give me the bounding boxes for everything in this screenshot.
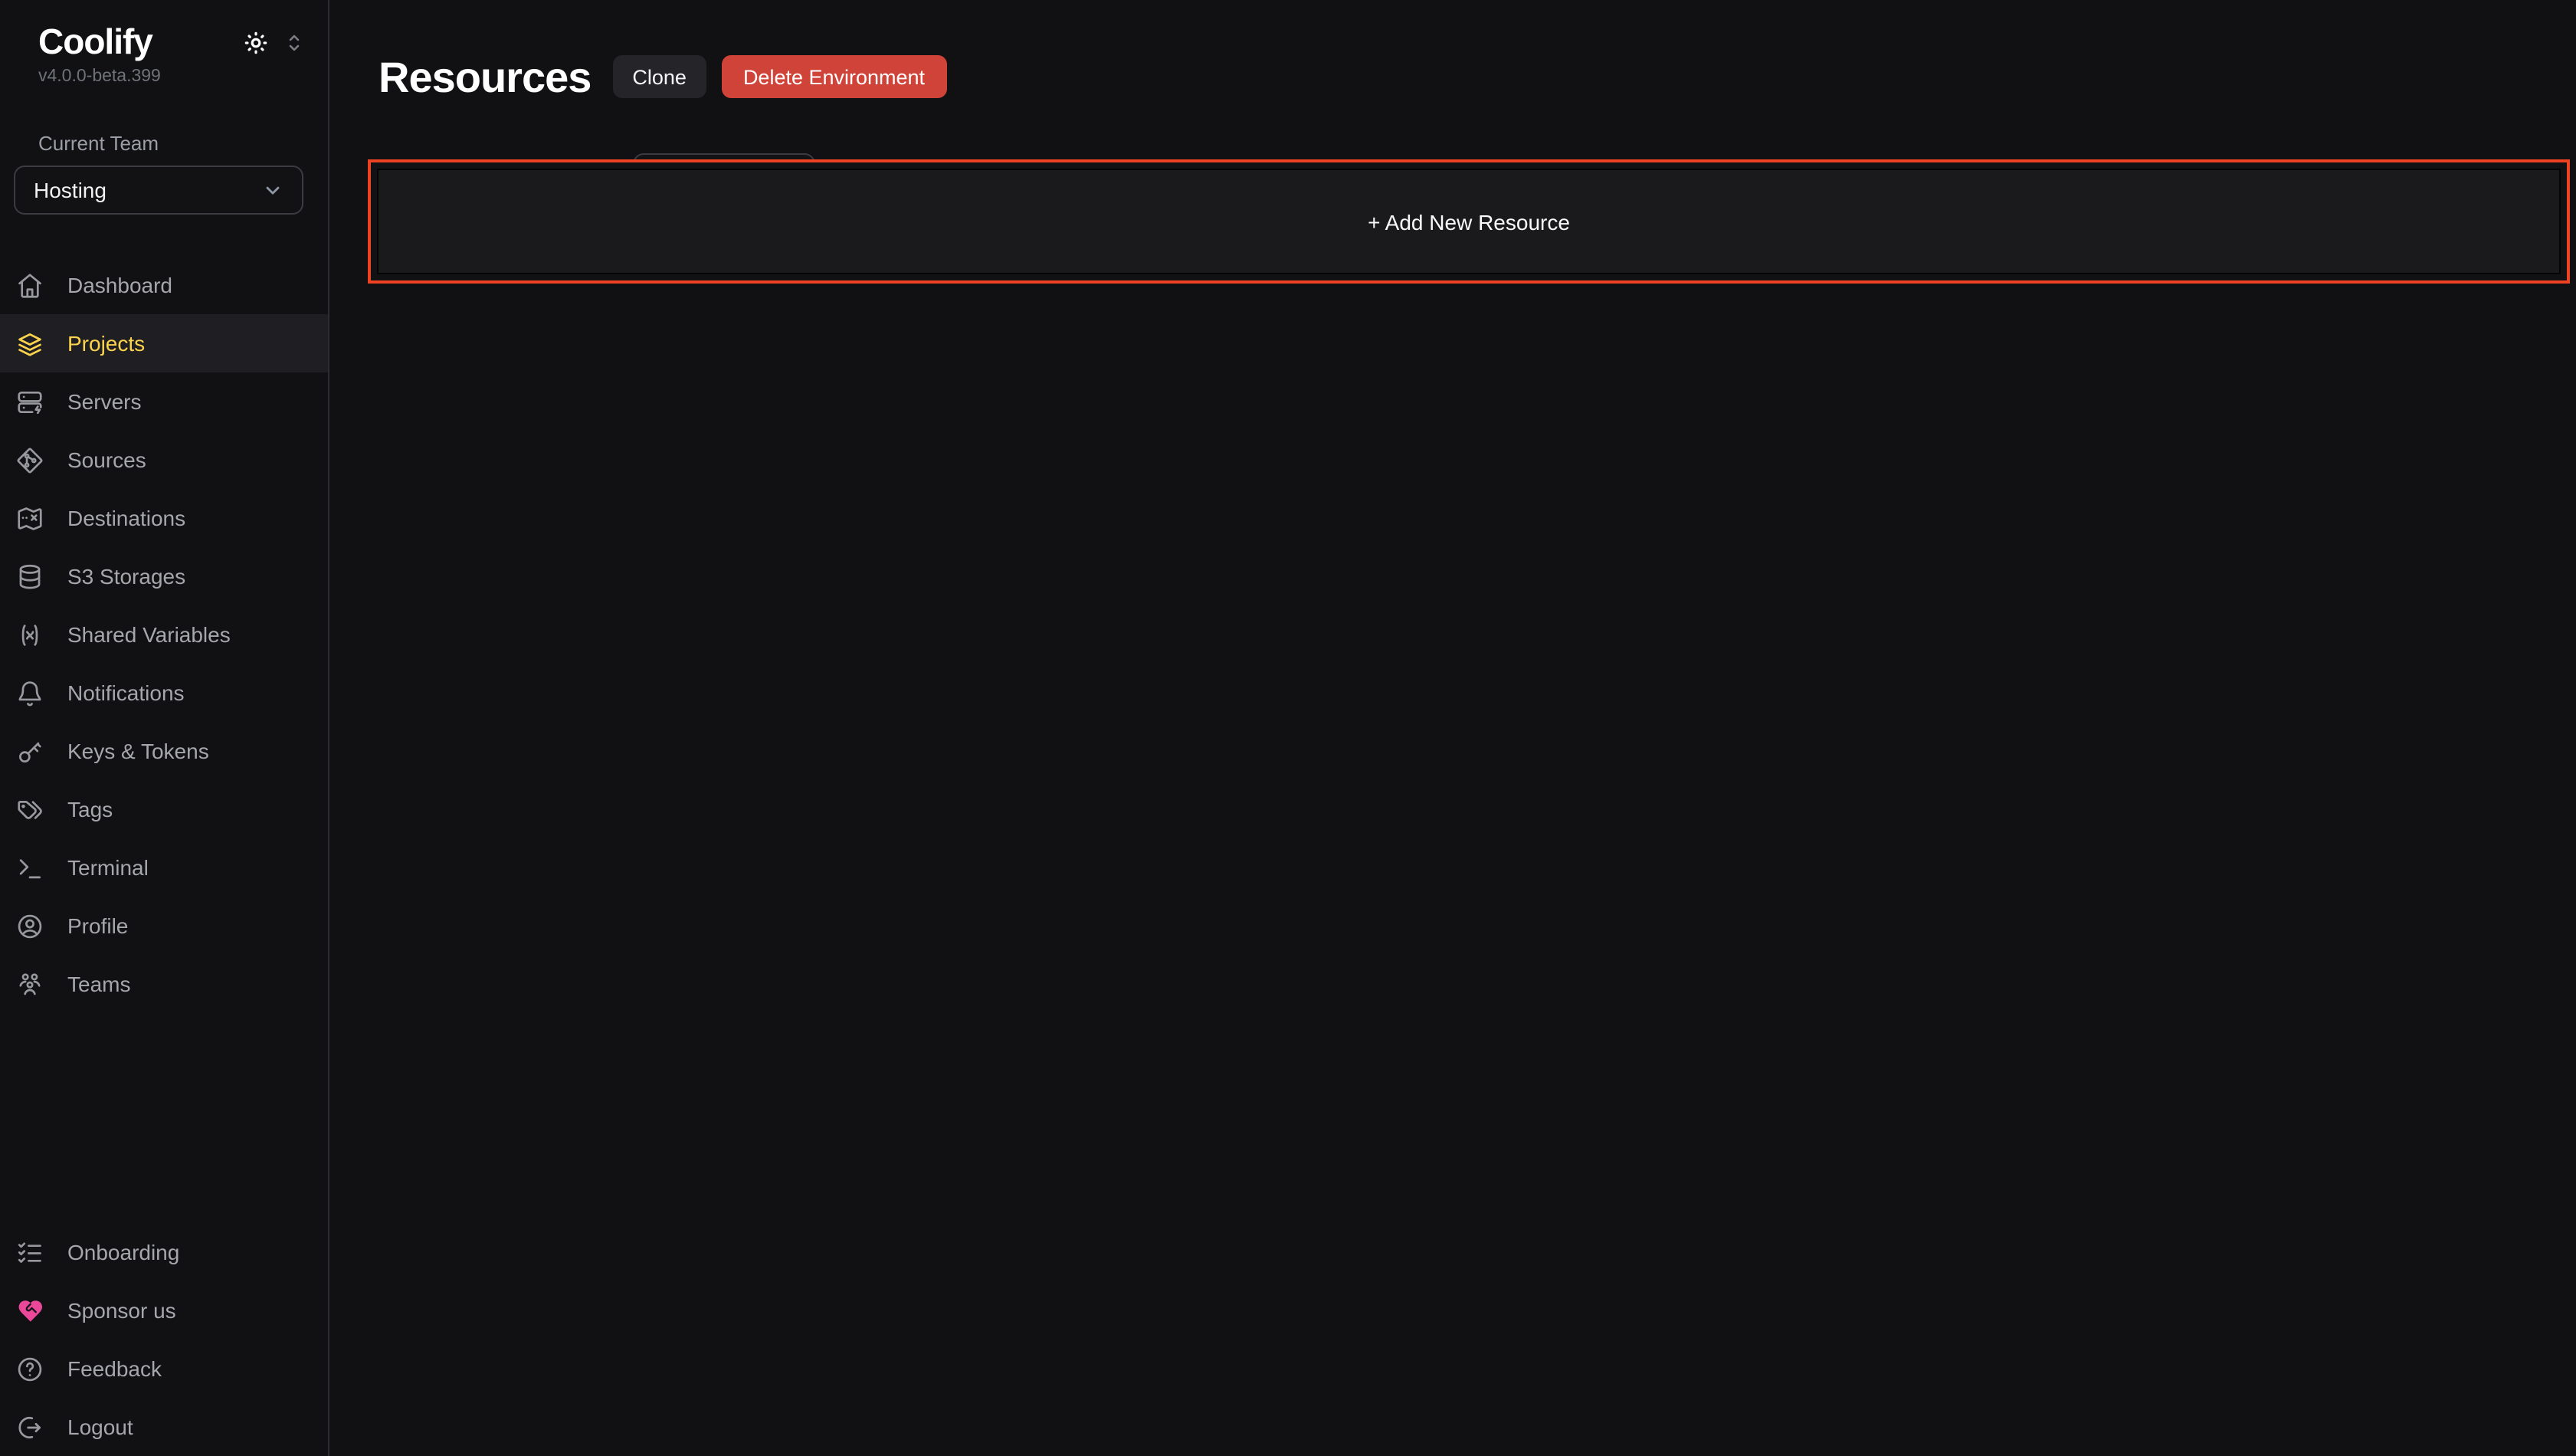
- sidebar-item-s3-storages[interactable]: S3 Storages: [0, 547, 328, 605]
- sidebar-item-notifications[interactable]: Notifications: [0, 664, 328, 722]
- page-header: Resources Clone Delete Environment: [331, 0, 2576, 131]
- logout-icon: [15, 1412, 44, 1441]
- server-icon: [15, 387, 44, 416]
- theme-selector-icon[interactable]: [285, 31, 303, 53]
- terminal-icon: [15, 853, 44, 882]
- sidebar-item-keys-tokens[interactable]: Keys & Tokens: [0, 722, 328, 780]
- bell-icon: [15, 678, 44, 707]
- sun-icon[interactable]: [244, 30, 268, 54]
- sidebar-item-logout[interactable]: Logout: [0, 1398, 328, 1456]
- database-icon: [15, 562, 44, 591]
- sidebar-item-sources[interactable]: Sources: [0, 431, 328, 489]
- tags-icon: [15, 795, 44, 824]
- teams-icon: [15, 969, 44, 999]
- variable-icon: [15, 620, 44, 649]
- chevron-down-icon: [262, 179, 283, 201]
- sidebar-item-teams[interactable]: Teams: [0, 955, 328, 1013]
- sidebar-item-terminal[interactable]: Terminal: [0, 838, 328, 897]
- current-team-label: Current Team: [0, 132, 328, 155]
- highlight-outline: + Add New Resource: [368, 159, 2570, 284]
- sidebar-item-onboarding[interactable]: Onboarding: [0, 1223, 328, 1281]
- layers-icon: [15, 329, 44, 358]
- sidebar-header: Coolify: [0, 0, 328, 63]
- sidebar: Coolify v4.0.0-beta.399 Current Team Hos…: [0, 0, 329, 1456]
- home-icon: [15, 271, 44, 300]
- sidebar-item-dashboard[interactable]: Dashboard: [0, 256, 328, 314]
- clone-button[interactable]: Clone: [612, 56, 706, 99]
- sidebar-nav-bottom: Onboarding Sponsor us Feedback Logout: [0, 1223, 328, 1456]
- heart-hands-icon: [15, 1296, 44, 1325]
- map-icon: [15, 503, 44, 533]
- page-title: Resources: [379, 52, 591, 103]
- app-logo: Coolify: [38, 21, 152, 63]
- sidebar-nav: Dashboard Projects Servers Sources Desti…: [0, 256, 328, 1013]
- sidebar-item-tags[interactable]: Tags: [0, 780, 328, 838]
- add-new-resource-label: + Add New Resource: [1368, 209, 1570, 234]
- sidebar-item-projects[interactable]: Projects: [0, 314, 328, 372]
- profile-icon: [15, 911, 44, 940]
- help-circle-icon: [15, 1354, 44, 1383]
- sidebar-item-feedback[interactable]: Feedback: [0, 1340, 328, 1398]
- sidebar-item-profile[interactable]: Profile: [0, 897, 328, 955]
- app-version: v4.0.0-beta.399: [0, 67, 328, 86]
- team-select-value: Hosting: [34, 178, 107, 202]
- sidebar-item-shared-variables[interactable]: Shared Variables: [0, 605, 328, 664]
- coolify-app: Coolify v4.0.0-beta.399 Current Team Hos…: [0, 0, 2576, 1456]
- key-icon: [15, 736, 44, 766]
- sidebar-item-destinations[interactable]: Destinations: [0, 489, 328, 547]
- sidebar-item-sponsor-us[interactable]: Sponsor us: [0, 1281, 328, 1340]
- checklist-icon: [15, 1238, 44, 1267]
- add-new-resource-button[interactable]: + Add New Resource: [377, 169, 2561, 274]
- main-content: Resources Clone Delete Environment illic…: [331, 0, 2576, 1456]
- team-select[interactable]: Hosting: [14, 166, 303, 215]
- sidebar-item-servers[interactable]: Servers: [0, 372, 328, 431]
- delete-environment-button[interactable]: Delete Environment: [722, 56, 946, 99]
- git-source-icon: [15, 445, 44, 474]
